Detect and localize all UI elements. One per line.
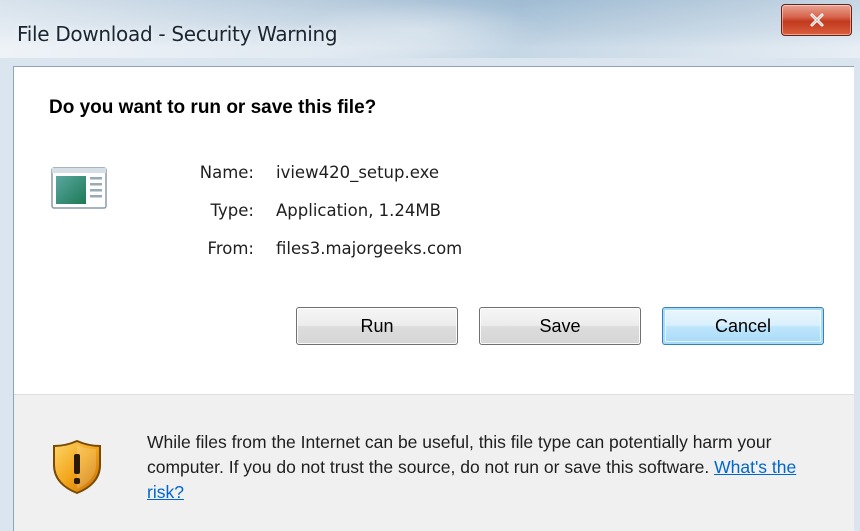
from-label: From: xyxy=(207,239,254,258)
warning-footer: While files from the Internet can be use… xyxy=(14,394,854,531)
warning-message: While files from the Internet can be use… xyxy=(147,430,837,505)
file-name-value: iview420_setup.exe xyxy=(276,163,439,182)
type-label: Type: xyxy=(210,201,254,220)
security-warning-dialog: File Download - Security Warning Do you … xyxy=(0,0,860,531)
close-icon xyxy=(810,13,823,27)
name-label: Name: xyxy=(199,163,254,182)
close-button[interactable] xyxy=(781,4,852,36)
file-source-value: files3.majorgeeks.com xyxy=(276,239,463,258)
dialog-question: Do you want to run or save this file? xyxy=(49,97,377,118)
window-title: File Download - Security Warning xyxy=(17,22,338,46)
application-file-icon xyxy=(51,167,107,209)
cancel-button[interactable]: Cancel xyxy=(662,307,824,345)
warning-text: While files from the Internet can be use… xyxy=(147,432,772,477)
security-shield-icon xyxy=(53,439,101,495)
file-type-value: Application, 1.24MB xyxy=(276,201,441,220)
title-bar[interactable]: File Download - Security Warning xyxy=(0,0,860,60)
save-button[interactable]: Save xyxy=(479,307,641,345)
run-button[interactable]: Run xyxy=(296,307,458,345)
dialog-content: Do you want to run or save this file? Na… xyxy=(13,66,854,531)
